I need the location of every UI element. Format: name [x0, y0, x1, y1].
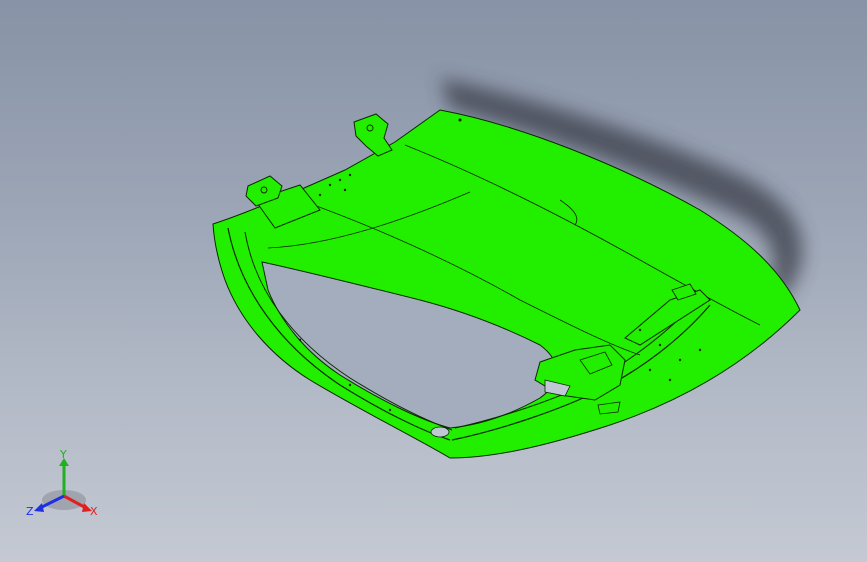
- view-triad[interactable]: Y X Z: [24, 448, 104, 524]
- frame-hole: [430, 426, 450, 438]
- y-axis-label: Y: [59, 448, 67, 461]
- z-axis-arrow: [34, 503, 44, 512]
- graphics-viewport[interactable]: Y X Z: [0, 0, 867, 562]
- model-view[interactable]: [0, 0, 867, 562]
- x-axis-label: X: [90, 505, 98, 518]
- z-axis-label: Z: [26, 505, 34, 518]
- hinge-right[interactable]: [353, 113, 393, 157]
